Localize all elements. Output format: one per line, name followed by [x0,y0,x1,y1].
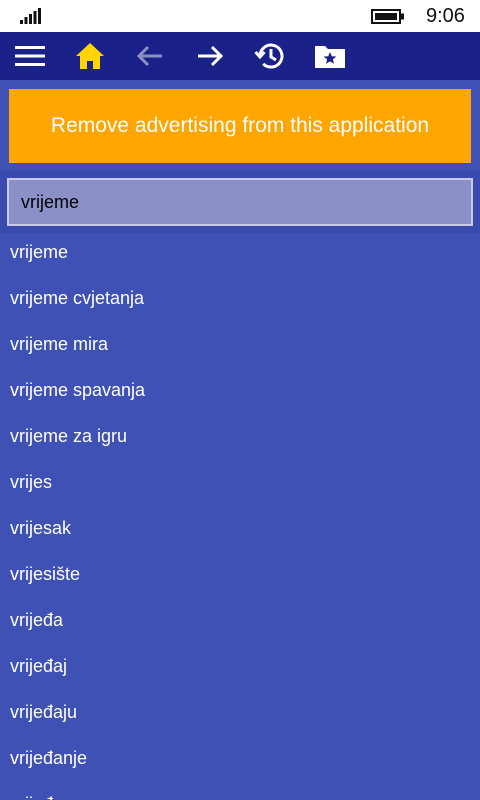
list-item[interactable]: vrijeme [0,233,480,279]
search-input[interactable] [9,180,471,224]
home-icon [76,43,104,69]
history-button[interactable] [240,32,300,80]
list-item[interactable]: vrijeme spavanja [0,371,480,417]
remove-ads-text: Remove advertising from this application [50,114,430,137]
search-box [7,178,473,226]
search-area [0,171,480,233]
favorites-folder-icon [315,46,345,68]
status-bar: 9:06 [0,0,480,32]
list-item[interactable]: vrijesak [0,509,480,555]
battery-icon [371,9,404,24]
list-item[interactable]: vrijeđam [0,785,480,800]
remove-ads-banner[interactable]: Remove advertising from this application [9,89,471,163]
menu-icon [15,46,45,66]
list-item[interactable]: vrijeđaju [0,693,480,739]
favorites-button[interactable] [300,32,360,80]
list-item[interactable]: vrijeđanje [0,739,480,785]
list-item[interactable]: vrijeđaj [0,647,480,693]
menu-button[interactable] [0,32,60,80]
forward-arrow-icon [198,45,224,67]
list-item[interactable]: vrijeme mira [0,325,480,371]
list-item[interactable]: vrijes [0,463,480,509]
back-arrow-icon [136,45,162,67]
clock-time: 9:06 [426,5,465,27]
app-bar [0,32,480,80]
list-item[interactable]: vrijeme cvjetanja [0,279,480,325]
list-item[interactable]: vrijesište [0,555,480,601]
list-item[interactable]: vrijeme za igru [0,417,480,463]
history-icon [254,43,284,69]
list-item[interactable]: vrijeđa [0,601,480,647]
forward-button[interactable] [180,32,240,80]
signal-icon [20,8,41,24]
back-button[interactable] [120,32,180,80]
home-button[interactable] [60,32,120,80]
results-list: vrijeme vrijeme cvjetanja vrijeme mira v… [0,233,480,800]
